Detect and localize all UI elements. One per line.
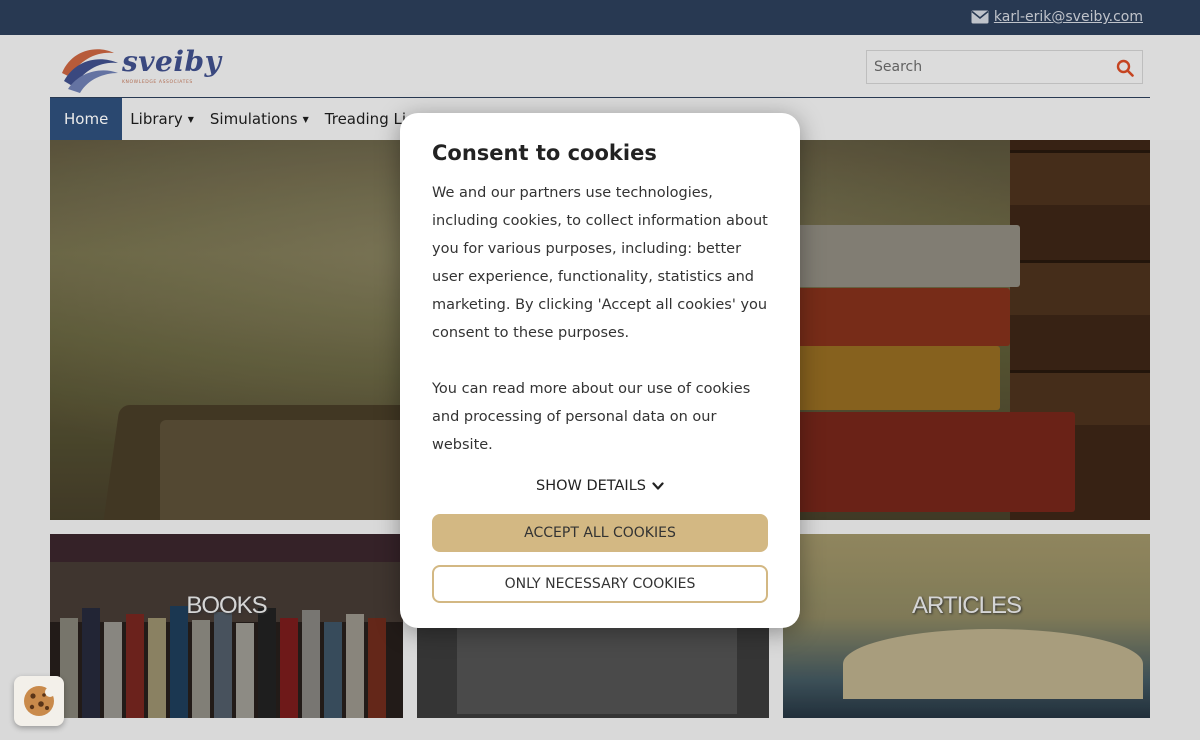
consent-body: We and our partners use technologies, in… bbox=[432, 179, 777, 459]
cookie-consent-dialog: Consent to cookies We and our partners u… bbox=[400, 113, 800, 628]
accept-all-cookies-button[interactable]: ACCEPT ALL COOKIES bbox=[432, 514, 768, 552]
consent-paragraph-2: You can read more about our use of cooki… bbox=[432, 381, 751, 453]
cookie-settings-button[interactable] bbox=[14, 676, 64, 726]
consent-paragraph-1: We and our partners use technologies, in… bbox=[432, 185, 768, 341]
chevron-down-icon bbox=[652, 481, 664, 490]
cookie-icon bbox=[24, 686, 55, 716]
only-necessary-cookies-button[interactable]: ONLY NECESSARY COOKIES bbox=[432, 565, 768, 603]
show-details-label: SHOW DETAILS bbox=[535, 478, 646, 494]
show-details-toggle[interactable]: SHOW DETAILS bbox=[400, 478, 800, 494]
consent-title: Consent to cookies bbox=[432, 141, 657, 165]
